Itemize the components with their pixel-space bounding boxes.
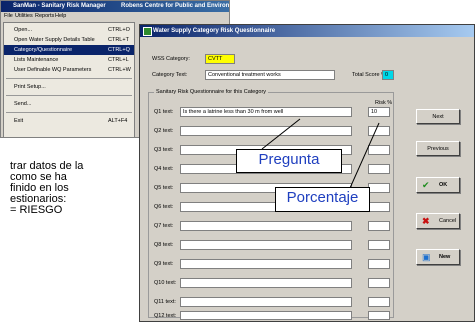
- pregunta-arrow: [261, 118, 301, 150]
- porcentaje-arrow: [349, 122, 380, 189]
- porcentaje-callout: Porcentaje: [275, 187, 370, 212]
- pregunta-callout: Pregunta: [236, 149, 342, 173]
